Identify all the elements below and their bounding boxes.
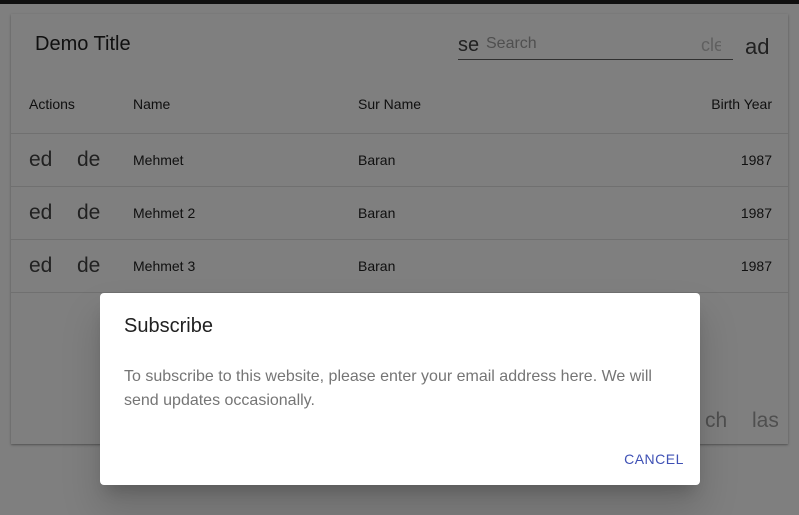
dialog-title: Subscribe bbox=[124, 315, 213, 337]
subscribe-dialog: Subscribe To subscribe to this website, … bbox=[100, 293, 700, 485]
dialog-content-text: To subscribe to this website, please ent… bbox=[124, 368, 652, 409]
cancel-button[interactable]: Cancel bbox=[616, 443, 692, 475]
